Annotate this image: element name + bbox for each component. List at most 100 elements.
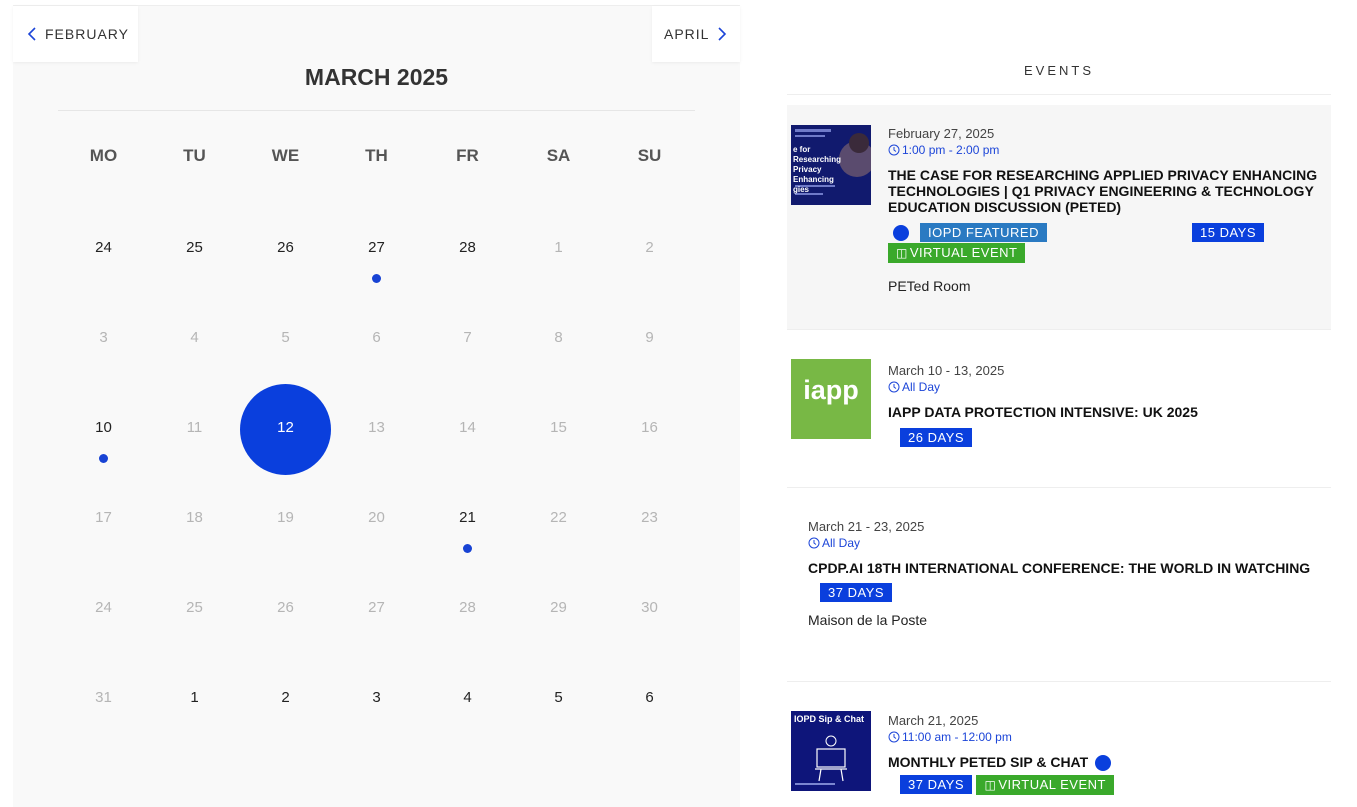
- calendar-day[interactable]: 31: [58, 652, 149, 742]
- calendar-day[interactable]: 4: [149, 292, 240, 382]
- event-title[interactable]: THE CASE FOR RESEARCHING APPLIED PRIVACY…: [888, 167, 1325, 215]
- virtual-event-label: VIRTUAL EVENT: [909, 245, 1018, 260]
- next-month-button[interactable]: APRIL: [652, 6, 740, 62]
- day-number: 5: [281, 329, 290, 346]
- title-divider: [58, 110, 695, 111]
- calendar-day[interactable]: 1: [513, 202, 604, 292]
- calendar-day[interactable]: 29: [513, 562, 604, 652]
- event-card[interactable]: e for Researching Privacy Enhancing gies…: [787, 105, 1331, 329]
- calendar-day[interactable]: 3: [58, 292, 149, 382]
- event-date: March 21, 2025: [888, 713, 979, 728]
- calendar-day[interactable]: 15: [513, 382, 604, 472]
- calendar-day[interactable]: 5: [240, 292, 331, 382]
- featured-dot-icon: [1095, 755, 1112, 772]
- event-time-text: All Day: [822, 536, 861, 550]
- iapp-logo-text: iapp: [803, 375, 859, 405]
- calendar-day[interactable]: 26: [240, 562, 331, 652]
- day-number: 2: [645, 239, 654, 256]
- calendar-day[interactable]: 27: [331, 202, 422, 292]
- calendar-day[interactable]: 22: [513, 472, 604, 562]
- calendar-day[interactable]: 14: [422, 382, 513, 472]
- event-title[interactable]: MONTHLY PETED SIP & CHAT: [888, 754, 1088, 770]
- weekday-header: MO TU WE TH FR SA SU: [58, 146, 695, 166]
- calendar-day[interactable]: 11: [149, 382, 240, 472]
- day-number: 4: [190, 329, 199, 346]
- event-time-text: 1:00 pm - 2:00 pm: [902, 143, 1000, 157]
- calendar-day[interactable]: 10: [58, 382, 149, 472]
- calendar-day[interactable]: 23: [604, 472, 695, 562]
- events-divider: [787, 94, 1331, 95]
- calendar-day[interactable]: 4: [422, 652, 513, 742]
- event-body: March 21, 2025 11:00 am - 12:00 pm MONTH…: [888, 713, 1325, 796]
- event-time: All Day: [808, 535, 1325, 551]
- event-thumbnail-text: IOPD Sip & Chat: [794, 714, 865, 724]
- weekday-label: SA: [546, 146, 571, 165]
- calendar-day[interactable]: 9: [604, 292, 695, 382]
- day-number: 31: [95, 689, 112, 706]
- chevron-left-icon: [27, 27, 36, 41]
- day-number: 15: [550, 419, 567, 436]
- video-camera-icon: ◫: [896, 246, 908, 260]
- day-number: 20: [368, 509, 385, 526]
- calendar-day[interactable]: 21: [422, 472, 513, 562]
- virtual-event-label: VIRTUAL EVENT: [998, 777, 1106, 793]
- calendar-day[interactable]: 26: [240, 202, 331, 292]
- calendar-day[interactable]: 1: [149, 652, 240, 742]
- event-body: March 10 - 13, 2025 All Day IAPP DATA PR…: [888, 363, 1325, 447]
- day-number: 16: [641, 419, 658, 436]
- day-number: 3: [99, 329, 108, 346]
- day-number: 8: [554, 329, 563, 346]
- event-card[interactable]: iapp March 10 - 13, 2025 All Day IAPP DA…: [787, 330, 1331, 487]
- day-number: 26: [277, 599, 294, 616]
- calendar-day[interactable]: 13: [331, 382, 422, 472]
- event-title[interactable]: CPDP.AI 18TH INTERNATIONAL CONFERENCE: T…: [808, 560, 1325, 576]
- day-number: 25: [186, 239, 203, 256]
- calendar-day[interactable]: 19: [240, 472, 331, 562]
- event-date: March 21 - 23, 2025: [808, 519, 925, 534]
- calendar-day[interactable]: 2: [604, 202, 695, 292]
- calendar-day[interactable]: 30: [604, 562, 695, 652]
- calendar-day[interactable]: 6: [604, 652, 695, 742]
- calendar-day[interactable]: 17: [58, 472, 149, 562]
- calendar-day[interactable]: 5: [513, 652, 604, 742]
- event-tags-row: IOPD FEATURED 15 DAYS: [888, 223, 1325, 243]
- calendar-day[interactable]: 28: [422, 202, 513, 292]
- event-thumbnail-text: e for Researching Privacy Enhancing gies: [793, 145, 842, 194]
- calendar-day[interactable]: 25: [149, 202, 240, 292]
- calendar-day[interactable]: 2: [240, 652, 331, 742]
- virtual-event-badge: ◫ VIRTUAL EVENT: [888, 243, 1026, 263]
- calendar-day[interactable]: 24: [58, 562, 149, 652]
- event-card[interactable]: March 21 - 23, 2025 All Day CPDP.AI 18TH…: [787, 488, 1331, 681]
- virtual-event-badge: ◫ VIRTUAL EVENT: [976, 775, 1114, 796]
- weekday-label: SU: [637, 146, 662, 165]
- calendar-day[interactable]: 8: [513, 292, 604, 382]
- event-card[interactable]: IOPD Sip & Chat March 21, 2025 11:00 am …: [787, 682, 1331, 807]
- calendar-day[interactable]: 25: [149, 562, 240, 652]
- event-location: Maison de la Poste: [808, 612, 928, 628]
- calendar-day[interactable]: 18: [149, 472, 240, 562]
- calendar-day[interactable]: 6: [331, 292, 422, 382]
- day-number: 1: [554, 239, 563, 256]
- event-title-row: MONTHLY PETED SIP & CHAT: [888, 754, 1325, 772]
- prev-month-button[interactable]: FEBRUARY: [13, 6, 138, 62]
- calendar-day[interactable]: 16: [604, 382, 695, 472]
- days-badge: 26 DAYS: [900, 428, 973, 447]
- calendar-day[interactable]: 24: [58, 202, 149, 292]
- calendar-day[interactable]: 7: [422, 292, 513, 382]
- day-number: 28: [459, 599, 476, 616]
- calendar-day[interactable]: 28: [422, 562, 513, 652]
- day-number: 21: [459, 509, 476, 526]
- clock-icon: [808, 537, 820, 549]
- calendar-day-today[interactable]: 12: [240, 382, 331, 475]
- event-title[interactable]: IAPP DATA PROTECTION INTENSIVE: UK 2025: [888, 404, 1325, 420]
- day-number: 22: [550, 509, 567, 526]
- calendar-day[interactable]: 3: [331, 652, 422, 742]
- event-date: March 10 - 13, 2025: [888, 363, 1005, 378]
- day-number: 3: [372, 689, 381, 706]
- days-badge: 15 DAYS: [1192, 223, 1265, 242]
- day-number: 7: [463, 329, 472, 346]
- calendar-day[interactable]: 20: [331, 472, 422, 562]
- weekday-label: TU: [183, 146, 206, 165]
- day-number: 17: [95, 509, 112, 526]
- calendar-day[interactable]: 27: [331, 562, 422, 652]
